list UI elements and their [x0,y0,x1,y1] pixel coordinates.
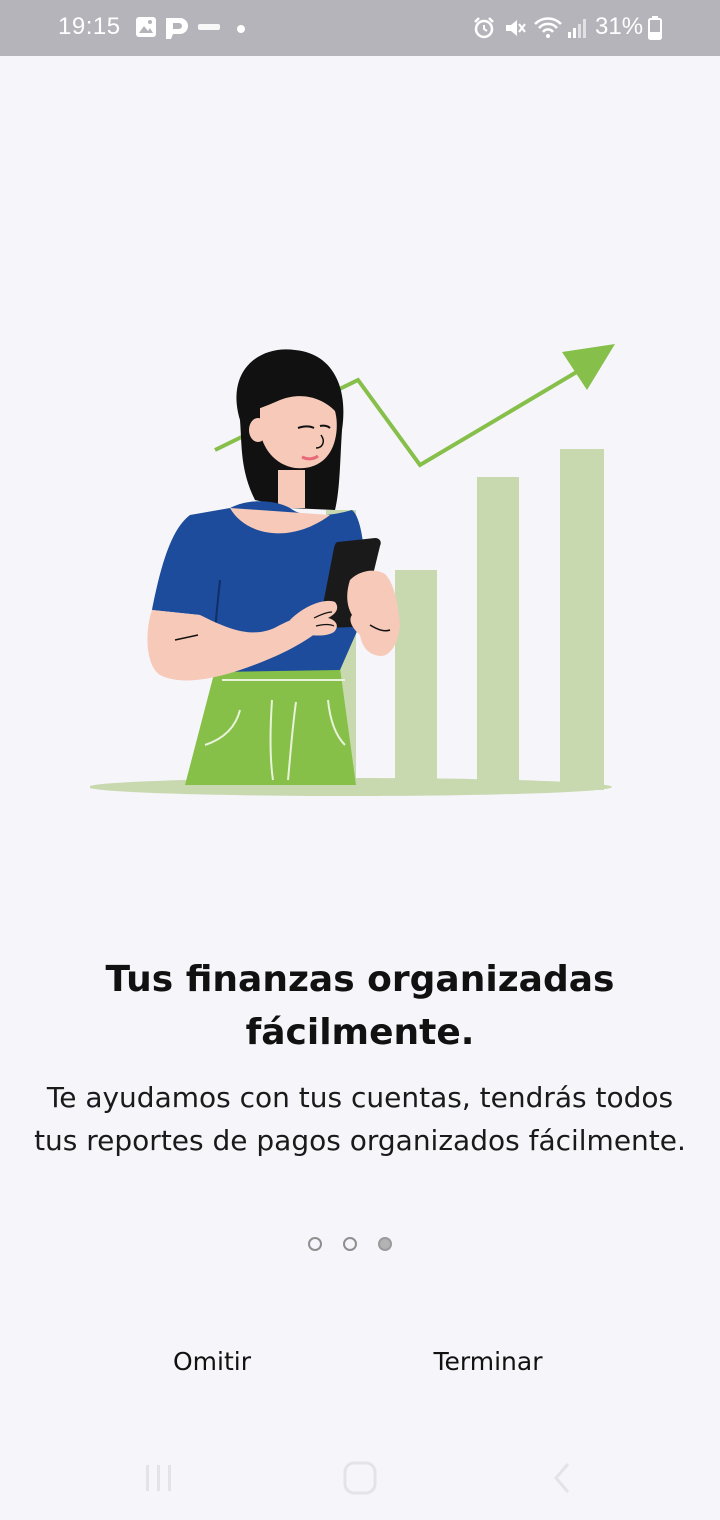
alarm-icon [474,17,494,39]
system-navigation-bar [0,1440,720,1520]
mute-icon [506,20,526,36]
battery-percent: 31% [595,13,644,40]
trend-arrow-icon [562,344,615,390]
page-dot-active[interactable] [378,1237,392,1251]
skip-button[interactable]: Omitir [112,1340,312,1384]
recent-apps-icon[interactable] [143,1462,175,1494]
chart-bar [395,570,437,790]
onboarding-description: Te ayudamos con tus cuentas, tendrás tod… [34,1081,686,1157]
page-indicator [0,1237,720,1257]
chart-bar [560,449,604,790]
page-dot[interactable] [308,1237,322,1251]
status-bar: 19:15 31% [0,0,720,56]
finish-button[interactable]: Terminar [388,1340,588,1384]
back-icon[interactable] [550,1460,574,1496]
woman-figure [147,349,400,785]
notification-dot-icon [237,25,245,33]
page-dot[interactable] [343,1237,357,1251]
signal-icon [568,19,586,38]
gallery-icon [136,17,156,37]
status-time: 19:15 [58,13,121,40]
onboarding-title: Tus finanzas organizadas fácilmente. [105,959,615,1053]
turbo-icon [198,24,220,30]
chart-bar [477,477,519,790]
home-icon[interactable] [342,1460,378,1496]
wifi-icon [534,17,562,38]
parking-app-icon [166,18,188,39]
battery-icon [648,16,662,40]
finance-illustration [90,344,615,796]
